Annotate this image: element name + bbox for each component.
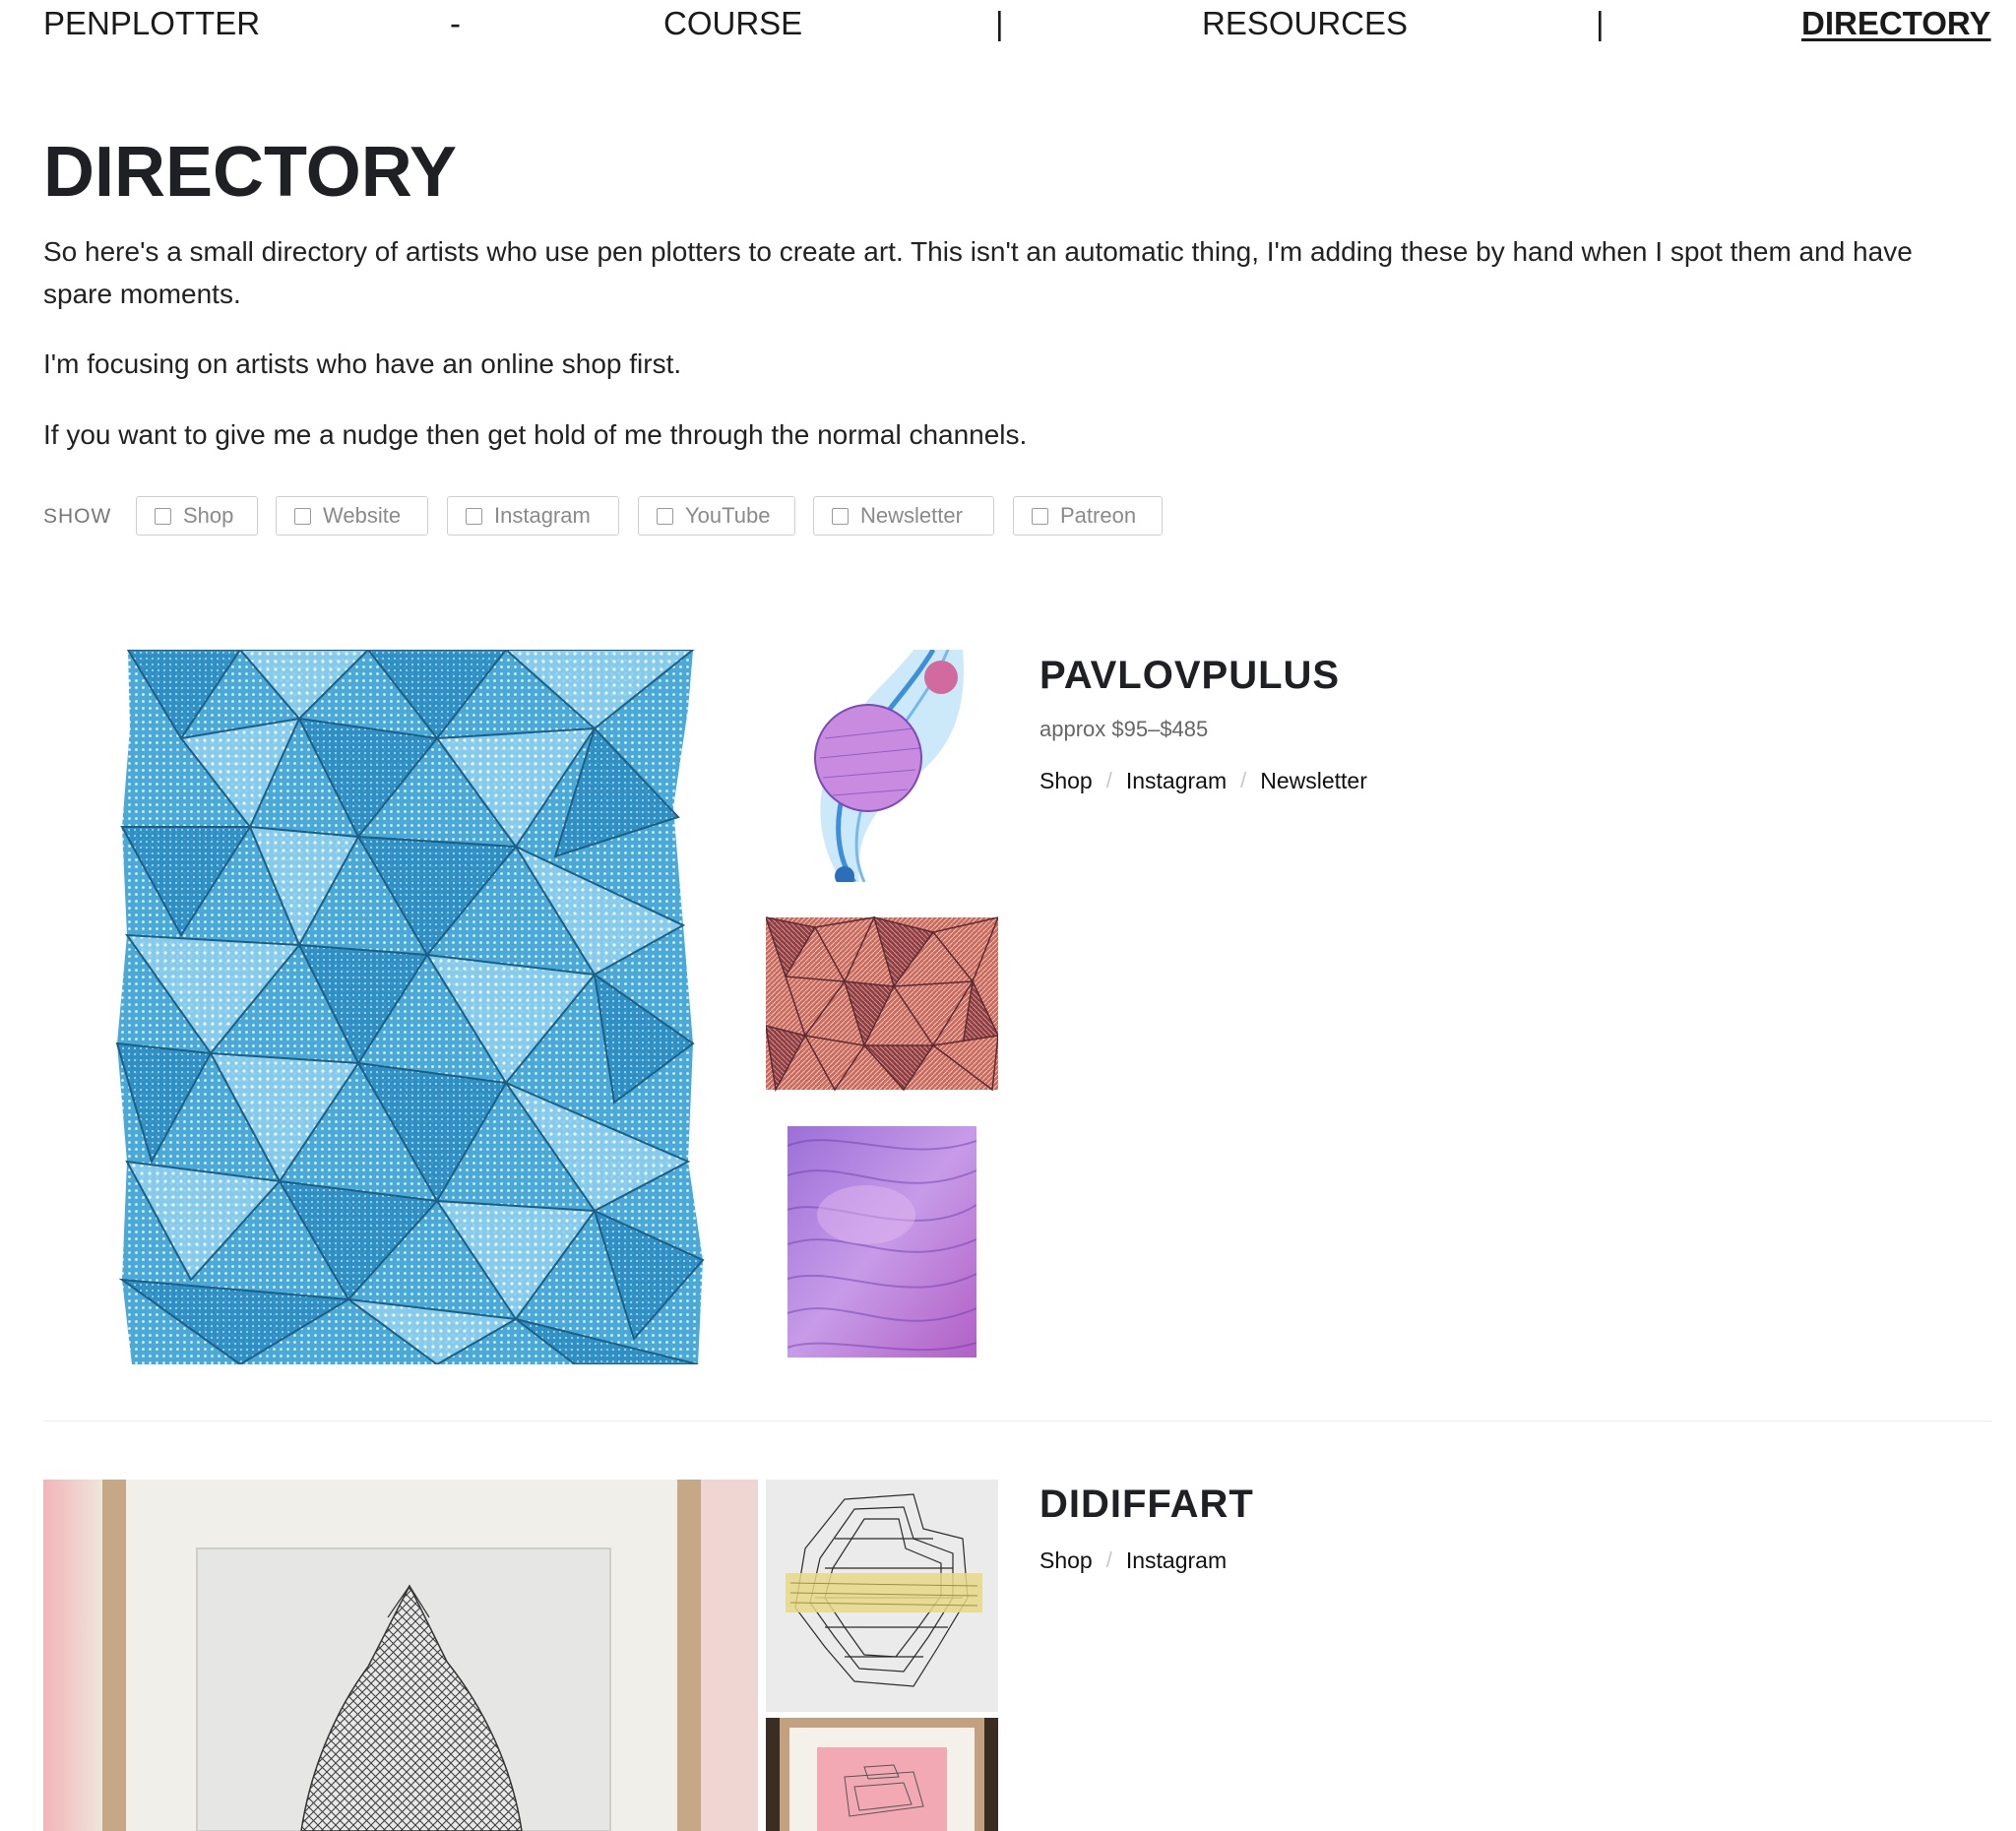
filter-label: Website [323, 503, 402, 528]
link-newsletter[interactable]: Newsletter [1260, 765, 1367, 796]
link-separator: / [1105, 768, 1112, 792]
link-separator: / [1105, 1547, 1112, 1572]
checkbox-icon[interactable] [466, 507, 482, 525]
price-range: approx $95–$485 [1040, 717, 1209, 741]
nav-resources[interactable]: RESOURCES [1202, 4, 1408, 43]
filter-youtube[interactable]: YouTube [638, 496, 795, 536]
intro-paragraph: If you want to give me a nudge then get … [43, 419, 1028, 450]
filter-label: YouTube [685, 503, 771, 528]
intro-paragraph: I'm focusing on artists who have an onli… [43, 348, 682, 379]
artist-name[interactable]: DIDIFFART [1040, 1481, 1254, 1528]
artwork-main-image[interactable] [43, 1480, 758, 1831]
checkbox-icon[interactable] [657, 507, 673, 525]
artist-links: Shop / Instagram / Newsletter [1040, 765, 1367, 796]
nav-directory[interactable]: DIRECTORY [1801, 4, 1991, 43]
link-shop[interactable]: Shop [1040, 765, 1093, 796]
filter-instagram[interactable]: Instagram [447, 496, 619, 536]
nav-separator: | [995, 5, 1004, 41]
artwork-thumbnail[interactable] [788, 1126, 976, 1357]
filter-shop[interactable]: Shop [136, 496, 258, 536]
filter-label: Newsletter [860, 503, 963, 528]
link-shop[interactable]: Shop [1040, 1545, 1093, 1576]
checkbox-icon[interactable] [832, 507, 849, 525]
nav-separator: | [1596, 5, 1605, 41]
artwork-thumbnail[interactable] [766, 1718, 998, 1831]
artist-links: Shop / Instagram [1040, 1545, 1227, 1576]
link-instagram[interactable]: Instagram [1126, 765, 1227, 796]
nav-separator: - [450, 5, 461, 41]
checkbox-icon[interactable] [1032, 507, 1048, 525]
filter-label: Instagram [494, 503, 591, 528]
filter-patreon[interactable]: Patreon [1013, 496, 1163, 536]
filter-label: Shop [183, 503, 234, 528]
checkbox-icon[interactable] [155, 507, 171, 525]
filter-website[interactable]: Website [276, 496, 428, 536]
page-title: DIRECTORY [43, 133, 458, 212]
top-nav: PENPLOTTER - COURSE | RESOURCES | DIRECT… [0, 0, 2016, 59]
link-instagram[interactable]: Instagram [1126, 1545, 1227, 1576]
artwork-thumbnail[interactable] [766, 908, 998, 1100]
checkbox-icon[interactable] [294, 507, 311, 525]
show-label: SHOW [43, 505, 112, 528]
filter-newsletter[interactable]: Newsletter [813, 496, 994, 536]
artwork-main-image[interactable] [43, 650, 758, 1364]
filter-label: Patreon [1060, 503, 1137, 528]
artwork-thumbnail[interactable] [766, 650, 998, 882]
link-separator: / [1240, 768, 1247, 792]
nav-course[interactable]: COURSE [663, 4, 802, 43]
artwork-thumbnail[interactable] [766, 1480, 998, 1712]
artist-name[interactable]: PAVLOVPULUS [1040, 652, 1340, 699]
nav-penplotter[interactable]: PENPLOTTER [43, 4, 260, 43]
intro-paragraph: So here's a small directory of artists w… [43, 236, 1913, 309]
